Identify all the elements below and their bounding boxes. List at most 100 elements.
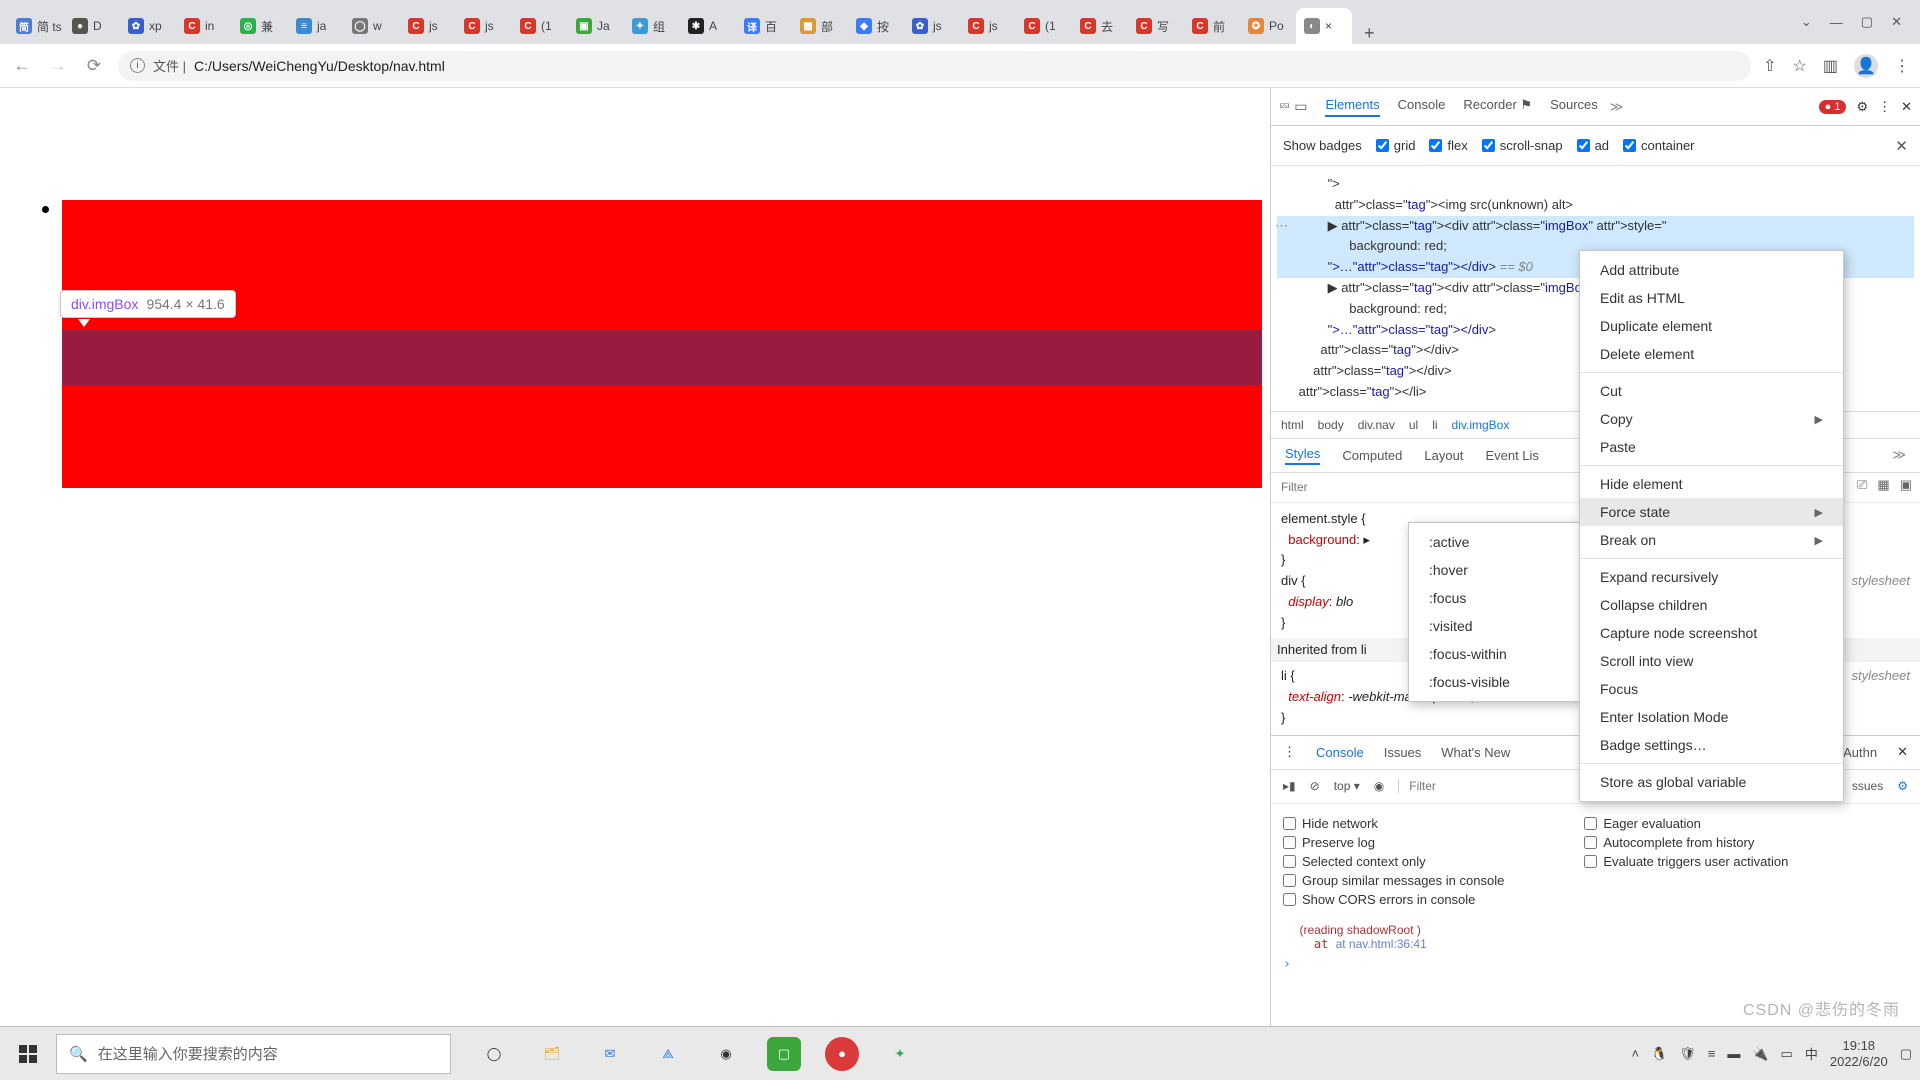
- context-menu-item[interactable]: Scroll into view: [1580, 647, 1843, 675]
- browser-tab[interactable]: ✿xp: [120, 8, 176, 44]
- force-state-item[interactable]: :focus: [1409, 584, 1579, 612]
- drawer-tab[interactable]: Issues: [1384, 745, 1422, 760]
- tray-app2-icon[interactable]: 🛡: [1679, 1046, 1696, 1062]
- mail-icon[interactable]: ✉: [593, 1037, 627, 1071]
- tray-chevron-icon[interactable]: ˄: [1631, 1046, 1639, 1061]
- tray-battery-icon[interactable]: ▬: [1727, 1046, 1740, 1061]
- url-input[interactable]: i 文件 | C:/Users/WeiChengYu/Desktop/nav.h…: [118, 51, 1751, 81]
- breadcrumb-item[interactable]: div.imgBox: [1452, 418, 1510, 432]
- context-menu-item[interactable]: Add attribute: [1580, 256, 1843, 284]
- browser-tab[interactable]: ●D: [64, 8, 120, 44]
- context-menu-item[interactable]: Duplicate element: [1580, 312, 1843, 340]
- drawer-tab[interactable]: Console: [1316, 745, 1364, 760]
- context-menu-item[interactable]: Focus: [1580, 675, 1843, 703]
- console-sidebar-icon[interactable]: ▸▮: [1283, 779, 1296, 793]
- badge-checkbox[interactable]: grid: [1376, 138, 1416, 153]
- context-menu-item[interactable]: Capture node screenshot: [1580, 619, 1843, 647]
- breadcrumb-item[interactable]: div.nav: [1358, 418, 1395, 432]
- new-tab-button[interactable]: +: [1352, 23, 1387, 44]
- breadcrumb-item[interactable]: li: [1432, 418, 1437, 432]
- console-setting-checkbox[interactable]: Autocomplete from history: [1584, 835, 1788, 850]
- close-icon[interactable]: ×: [1325, 19, 1332, 33]
- breadcrumb-item[interactable]: body: [1318, 418, 1344, 432]
- console-setting-checkbox[interactable]: Preserve log: [1283, 835, 1504, 850]
- gear-icon[interactable]: ⚙: [1856, 99, 1868, 115]
- badge-checkbox[interactable]: flex: [1429, 138, 1467, 153]
- rendered-imgbox[interactable]: [62, 200, 1262, 488]
- styles-sub-tab[interactable]: Layout: [1424, 448, 1463, 463]
- browser-tab[interactable]: ✦组: [624, 8, 680, 44]
- drawer-close-icon[interactable]: ✕: [1897, 744, 1908, 760]
- drawer-authn-tab[interactable]: Authn: [1843, 745, 1877, 760]
- notifications-icon[interactable]: ▢: [1900, 1046, 1912, 1062]
- force-state-item[interactable]: :hover: [1409, 556, 1579, 584]
- window-maximize-icon[interactable]: ▢: [1861, 14, 1873, 30]
- context-menu-item[interactable]: Badge settings…: [1580, 731, 1843, 759]
- browser-tab[interactable]: ▦部: [792, 8, 848, 44]
- browser-tab[interactable]: ◆按: [848, 8, 904, 44]
- browser-tab[interactable]: ✪Po: [1240, 8, 1296, 44]
- hov-icon[interactable]: ⎚: [1857, 477, 1867, 493]
- system-tray[interactable]: ˄ 🐧 🛡 ≡ ▬ 🔌 ▭ 中 19:18 2022/6/20 ▢: [1631, 1038, 1912, 1069]
- console-setting-checkbox[interactable]: Hide network: [1283, 816, 1504, 831]
- console-context-select[interactable]: top ▾: [1334, 779, 1360, 793]
- devtools-tab[interactable]: Console: [1398, 97, 1446, 117]
- window-minimize-icon[interactable]: ―: [1830, 15, 1843, 30]
- console-setting-checkbox[interactable]: Selected context only: [1283, 854, 1504, 869]
- browser-tab[interactable]: Cjs: [456, 8, 512, 44]
- device-toggle-icon[interactable]: ▭: [1294, 98, 1307, 115]
- live-expression-icon[interactable]: ◉: [1374, 779, 1384, 793]
- context-menu-item[interactable]: Break on▶: [1580, 526, 1843, 554]
- drawer-issues-partial[interactable]: ssues: [1852, 779, 1883, 793]
- cls-icon[interactable]: ▦: [1877, 477, 1889, 493]
- context-menu-item[interactable]: Force state▶: [1580, 498, 1843, 526]
- tab-dropdown-icon[interactable]: ⌄: [1801, 14, 1812, 30]
- inspect-icon[interactable]: ⮹: [1279, 98, 1290, 115]
- console-setting-checkbox[interactable]: Eager evaluation: [1584, 816, 1788, 831]
- browser-tab[interactable]: C去: [1072, 8, 1128, 44]
- styles-sub-tab[interactable]: Event Lis: [1485, 448, 1538, 463]
- drawer-tab[interactable]: What's New: [1441, 745, 1510, 760]
- force-state-item[interactable]: :focus-within: [1409, 640, 1579, 668]
- reload-button[interactable]: ⟳: [82, 56, 106, 76]
- context-menu-item[interactable]: Cut: [1580, 377, 1843, 405]
- chrome-icon[interactable]: ◉: [709, 1037, 743, 1071]
- browser-tab[interactable]: 简简 ts: [8, 8, 64, 44]
- browser-tab[interactable]: C写: [1128, 8, 1184, 44]
- clear-console-icon[interactable]: ⊘: [1310, 779, 1320, 793]
- console-gear-icon[interactable]: ⚙: [1897, 779, 1908, 793]
- tray-app3-icon[interactable]: ≡: [1708, 1046, 1716, 1061]
- side-panel-icon[interactable]: ▥: [1823, 56, 1838, 76]
- styles-sub-tab[interactable]: Styles: [1285, 446, 1320, 465]
- force-state-item[interactable]: :active: [1409, 528, 1579, 556]
- badges-close-icon[interactable]: ✕: [1895, 137, 1908, 155]
- tray-ime-icon[interactable]: 中: [1805, 1044, 1818, 1063]
- devtools-tab[interactable]: Elements: [1325, 97, 1379, 117]
- profile-icon[interactable]: 👤: [1854, 54, 1878, 78]
- styles-filter-input[interactable]: [1281, 480, 1481, 494]
- error-count-badge[interactable]: ● 1: [1819, 100, 1847, 114]
- menu-icon[interactable]: ⋮: [1894, 56, 1910, 76]
- context-menu-item[interactable]: Store as global variable: [1580, 768, 1843, 796]
- share-icon[interactable]: ⇧: [1763, 56, 1776, 76]
- browser-tab[interactable]: Cjs: [400, 8, 456, 44]
- browser-tab[interactable]: ≡ja: [288, 8, 344, 44]
- console-error-link[interactable]: at nav.html:36:41: [1336, 937, 1427, 951]
- styles-sub-tab[interactable]: Computed: [1342, 448, 1402, 463]
- context-menu-item[interactable]: Delete element: [1580, 340, 1843, 368]
- devtools-more-tabs[interactable]: ≫: [1610, 99, 1624, 115]
- start-button[interactable]: [8, 1034, 48, 1074]
- taskbar-clock[interactable]: 19:18 2022/6/20: [1830, 1038, 1888, 1069]
- tray-power-icon[interactable]: 🔌: [1752, 1046, 1768, 1062]
- vscode-icon[interactable]: ⟁: [651, 1037, 685, 1071]
- browser-tab[interactable]: C(1: [1016, 8, 1072, 44]
- app-green-icon[interactable]: ▢: [767, 1037, 801, 1071]
- badge-checkbox[interactable]: scroll-snap: [1482, 138, 1563, 153]
- bookmark-icon[interactable]: ☆: [1793, 56, 1807, 76]
- context-menu-item[interactable]: Collapse children: [1580, 591, 1843, 619]
- console-setting-checkbox[interactable]: Show CORS errors in console: [1283, 892, 1504, 907]
- browser-tab[interactable]: C(1: [512, 8, 568, 44]
- console-setting-checkbox[interactable]: Group similar messages in console: [1283, 873, 1504, 888]
- context-menu-item[interactable]: Paste: [1580, 433, 1843, 461]
- browser-tab[interactable]: ▣Ja: [568, 8, 624, 44]
